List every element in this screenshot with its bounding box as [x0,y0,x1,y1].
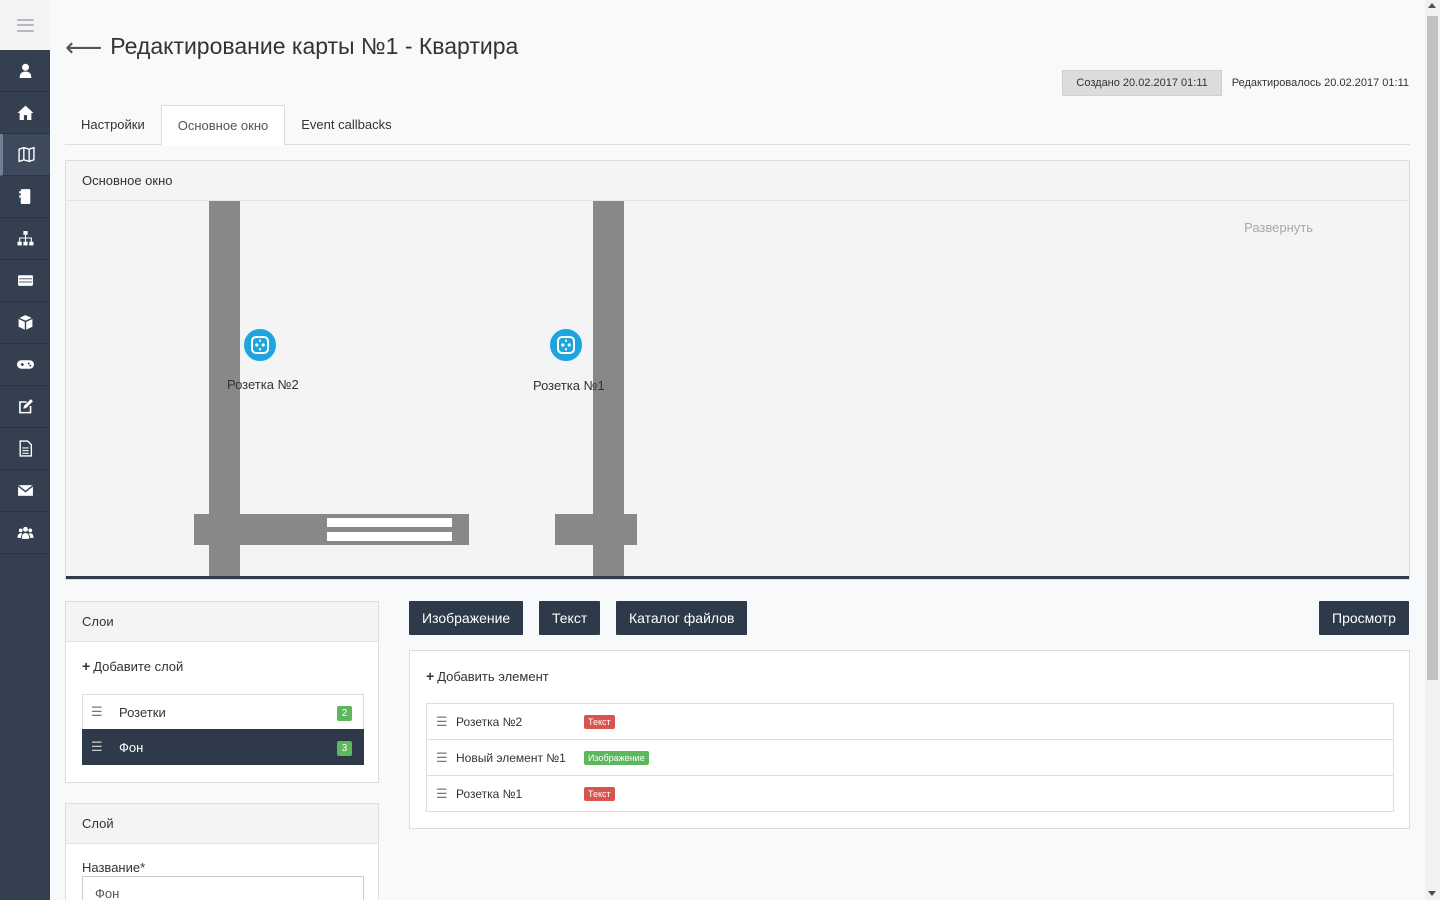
page-header: ⟵ Редактирование карты №1 - Квартира [65,33,518,60]
socket-2-marker[interactable] [242,327,278,363]
sidebar-item-users-profile[interactable] [0,50,50,92]
canvas-bottom-border [66,576,1409,579]
element-list: ☰ Розетка №2 Текст ☰ Новый элемент №1 Из… [426,703,1394,812]
tab-main-window[interactable]: Основное окно [160,105,286,146]
add-element-link[interactable]: + Добавить элемент [426,668,549,684]
user-icon [19,63,31,78]
layer-item-label: Фон [119,739,144,755]
map-canvas[interactable]: Розетка №2 Розетка №1 Развернуть [66,201,1409,579]
socket-2-label: Розетка №2 [227,377,299,392]
page-title: Редактирование карты №1 - Квартира [110,33,519,59]
drag-handle-icon[interactable]: ☰ [436,714,448,730]
created-date: Создано 20.02.2017 01:11 [1062,70,1222,96]
sidebar [0,0,50,900]
sidebar-item-maps[interactable] [0,134,50,176]
users-icon [17,526,33,539]
back-arrow-icon[interactable]: ⟵ [65,34,102,60]
edited-date: Редактировалось 20.02.2017 01:11 [1231,77,1409,89]
map-icon [18,146,35,163]
layer-form-title: Слой [66,804,378,844]
layer-name-input[interactable] [82,876,364,900]
menu-toggle-button[interactable] [0,0,50,50]
drag-handle-icon[interactable]: ☰ [91,704,103,720]
gamepad-icon [16,360,34,369]
add-text-button[interactable]: Текст [539,601,601,635]
hamburger-icon [16,18,34,32]
layer-item-label: Розетки [119,704,166,720]
element-type-badge: Текст [584,786,615,801]
add-element-label: Добавить элемент [437,669,549,684]
main-window-panel-title: Основное окно [66,161,1409,201]
layers-panel: Слои + Добавите слой ☰ Розетки 2 ☰ Фон 3 [65,601,379,783]
element-type-badge: Текст [584,714,615,729]
layers-panel-title: Слои [66,602,378,642]
meta-info: Создано 20.02.2017 01:11 Редактировалось… [1062,70,1409,96]
tab-event-callbacks[interactable]: Event callbacks [285,105,407,145]
home-icon [17,105,33,120]
layer-item-background[interactable]: ☰ Фон 3 [82,729,364,765]
cube-icon [17,315,33,330]
layer-name-label: Название* [82,860,146,875]
layer-item-sockets[interactable]: ☰ Розетки 2 [82,694,364,730]
sidebar-item-mail[interactable] [0,470,50,512]
sidebar-item-modules[interactable] [0,302,50,344]
file-icon [18,440,32,457]
edit-icon [18,399,33,414]
add-image-button[interactable]: Изображение [409,601,524,635]
sidebar-item-home[interactable] [0,92,50,134]
tab-settings[interactable]: Настройки [65,105,161,145]
socket-1-label: Розетка №1 [533,378,605,393]
sidebar-item-games[interactable] [0,344,50,386]
preview-button[interactable]: Просмотр [1319,601,1409,635]
element-type-badge: Изображение [584,750,649,765]
sidebar-item-documents[interactable] [0,428,50,470]
sidebar-item-groups[interactable] [0,512,50,554]
drag-handle-icon[interactable]: ☰ [91,739,103,755]
main-window-panel: Основное окно Розетка №2 Розетка №1 Разв… [65,160,1410,580]
page-scrollbar[interactable] [1425,0,1440,900]
envelope-icon [17,485,33,496]
layer-list: ☰ Розетки 2 ☰ Фон 3 [82,694,364,765]
elements-panel: + Добавить элемент ☰ Розетка №2 Текст ☰ Н… [409,650,1410,829]
sitemap-icon [17,231,33,246]
sidebar-item-list[interactable] [0,260,50,302]
file-catalog-button[interactable]: Каталог файлов [616,601,748,635]
add-layer-label: Добавите слой [93,659,184,674]
plus-icon: + [82,658,91,674]
sidebar-item-edit[interactable] [0,386,50,428]
add-layer-link[interactable]: + Добавите слой [82,658,183,674]
scroll-up-arrow-icon[interactable] [1428,3,1436,8]
element-item[interactable]: ☰ Новый элемент №1 Изображение [426,739,1394,776]
drag-handle-icon[interactable]: ☰ [436,750,448,766]
sidebar-item-devices[interactable] [0,176,50,218]
layer-count-badge: 2 [337,706,352,721]
element-item[interactable]: ☰ Розетка №1 Текст [426,775,1394,812]
sidebar-item-structure[interactable] [0,218,50,260]
expand-link[interactable]: Развернуть [1244,220,1313,235]
phone-icon [18,189,30,204]
drag-handle-icon[interactable]: ☰ [436,786,448,802]
socket-icon [251,336,269,354]
list-icon [17,275,33,286]
socket-icon [557,336,575,354]
element-name: Новый элемент №1 [456,750,566,765]
plus-icon: + [426,668,435,684]
element-item[interactable]: ☰ Розетка №2 Текст [426,703,1394,740]
layer-count-badge: 3 [337,741,352,756]
tab-bar: Настройки Основное окно Event callbacks [65,105,1410,146]
element-name: Розетка №1 [456,786,523,801]
scroll-down-arrow-icon[interactable] [1428,891,1436,896]
scrollbar-thumb[interactable] [1427,16,1438,680]
element-name: Розетка №2 [456,714,523,729]
socket-1-marker[interactable] [548,327,584,363]
layer-form-panel: Слой Название* [65,803,379,900]
